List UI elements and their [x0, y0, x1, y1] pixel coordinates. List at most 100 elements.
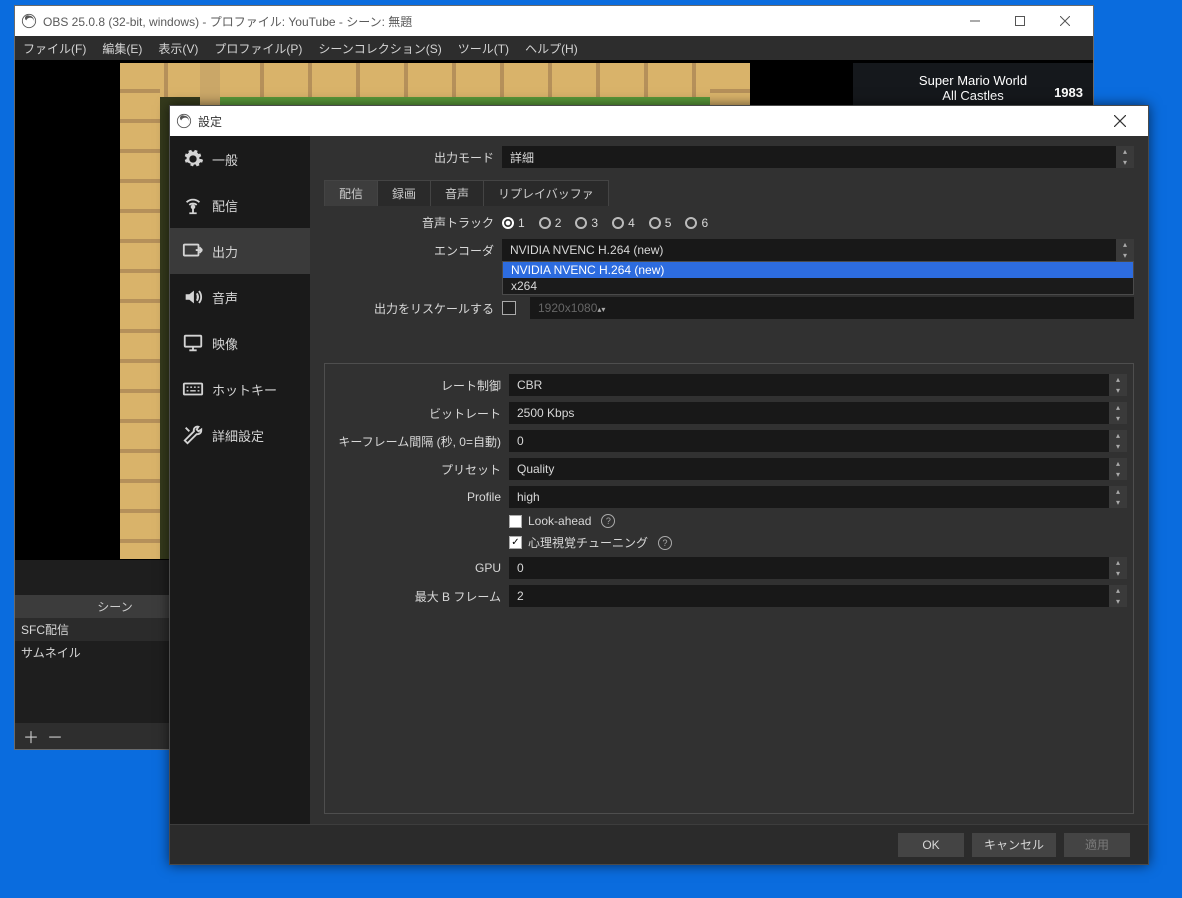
bitrate-input[interactable]: 2500 Kbps [509, 402, 1127, 424]
sidebar-item-hotkeys[interactable]: ホットキー [170, 366, 310, 412]
tools-icon [182, 424, 204, 446]
tab-audio[interactable]: 音声 [430, 180, 484, 206]
preset-label: プリセット [331, 461, 501, 478]
help-icon[interactable]: ? [658, 536, 672, 550]
encoder-label: エンコーダ [324, 242, 494, 259]
settings-sidebar: 一般 配信 出力 音声 映像 ホットキー [170, 136, 310, 824]
chevron-updown-icon [1109, 458, 1127, 480]
sidebar-item-label: 一般 [212, 150, 238, 169]
main-menubar[interactable]: ファイル(F) 編集(E) 表示(V) プロファイル(P) シーンコレクション(… [15, 36, 1093, 60]
lookahead-checkbox[interactable]: Look-ahead? [509, 514, 615, 528]
gpu-label: GPU [331, 561, 501, 575]
audio-track-radio-1[interactable]: 1 [502, 216, 525, 230]
spin-up-icon[interactable] [1109, 430, 1127, 441]
encoder-option-nvenc[interactable]: NVIDIA NVENC H.264 (new) [503, 262, 1133, 278]
sidebar-item-label: 出力 [212, 242, 238, 261]
antenna-icon [182, 194, 204, 216]
select-value: 詳細 [510, 149, 534, 166]
spin-up-icon[interactable] [1109, 585, 1127, 596]
sidebar-item-label: ホットキー [212, 380, 277, 399]
menu-file[interactable]: ファイル(F) [23, 40, 86, 57]
sidebar-item-advanced[interactable]: 詳細設定 [170, 412, 310, 458]
menu-scene-collection[interactable]: シーンコレクション(S) [318, 40, 441, 57]
menu-help[interactable]: ヘルプ(H) [525, 40, 578, 57]
sidebar-item-stream[interactable]: 配信 [170, 182, 310, 228]
main-titlebar: OBS 25.0.8 (32-bit, windows) - プロファイル: Y… [15, 6, 1093, 36]
obs-logo-icon [21, 13, 37, 29]
chevron-updown-icon [1109, 374, 1127, 396]
chevron-updown-icon [1109, 486, 1127, 508]
menu-view[interactable]: 表示(V) [158, 40, 198, 57]
audio-track-radio-2[interactable]: 2 [539, 216, 562, 230]
tab-replay-buffer[interactable]: リプレイバッファ [483, 180, 609, 206]
rescale-row: 出力をリスケールする 1920x1080 [324, 297, 1134, 319]
rate-control-select[interactable]: CBR [509, 374, 1127, 396]
settings-dialog: 設定 一般 配信 出力 音声 映像 [169, 105, 1149, 865]
audio-track-radio-3[interactable]: 3 [575, 216, 598, 230]
cancel-button[interactable]: キャンセル [972, 833, 1056, 857]
monitor-icon [182, 332, 204, 354]
audio-track-radio-6[interactable]: 6 [685, 216, 708, 230]
dialog-close-button[interactable] [1097, 107, 1142, 135]
menu-edit[interactable]: 編集(E) [102, 40, 142, 57]
menu-profile[interactable]: プロファイル(P) [214, 40, 302, 57]
menu-tools[interactable]: ツール(T) [458, 40, 509, 57]
spin-down-icon[interactable] [1109, 568, 1127, 579]
audio-track-label: 音声トラック [324, 214, 494, 231]
minimize-button[interactable] [952, 7, 997, 35]
keyframe-input[interactable]: 0 [509, 430, 1127, 452]
overlay-year: 1983 [1054, 85, 1083, 100]
tab-streaming[interactable]: 配信 [324, 180, 378, 206]
audio-track-radio-5[interactable]: 5 [649, 216, 672, 230]
gear-icon [182, 148, 204, 170]
bframes-input[interactable]: 2 [509, 585, 1127, 607]
close-button[interactable] [1042, 7, 1087, 35]
profile-label: Profile [331, 490, 501, 504]
sidebar-item-video[interactable]: 映像 [170, 320, 310, 366]
main-title: OBS 25.0.8 (32-bit, windows) - プロファイル: Y… [43, 13, 412, 30]
dialog-title: 設定 [198, 113, 222, 130]
output-mode-row: 出力モード 詳細 [324, 146, 1134, 168]
spin-down-icon[interactable] [1109, 413, 1127, 424]
keyframe-label: キーフレーム間隔 (秒, 0=自動) [331, 433, 501, 450]
output-icon [182, 240, 204, 262]
bframes-label: 最大 B フレーム [331, 588, 501, 605]
rescale-checkbox[interactable] [502, 301, 516, 315]
gpu-input[interactable]: 0 [509, 557, 1127, 579]
tab-recording[interactable]: 録画 [377, 180, 431, 206]
sidebar-item-label: 映像 [212, 334, 238, 353]
add-scene-icon[interactable]: ＋ [23, 724, 39, 748]
encoder-select[interactable]: NVIDIA NVENC H.264 (new) NVIDIA NVENC H.… [502, 239, 1134, 261]
obs-logo-icon [176, 113, 192, 129]
select-value: NVIDIA NVENC H.264 (new) [510, 243, 663, 257]
speaker-icon [182, 286, 204, 308]
sidebar-item-label: 詳細設定 [212, 426, 264, 445]
encoder-settings-group: レート制御 CBR ビットレート 2500 Kbps キーフレーム間隔 (秒, … [324, 363, 1134, 814]
maximize-button[interactable] [997, 7, 1042, 35]
sidebar-item-label: 音声 [212, 288, 238, 307]
spin-up-icon[interactable] [1109, 402, 1127, 413]
apply-button[interactable]: 適用 [1064, 833, 1130, 857]
encoder-dropdown-list: NVIDIA NVENC H.264 (new) x264 [502, 261, 1134, 295]
spin-down-icon[interactable] [1109, 596, 1127, 607]
spin-up-icon[interactable] [1109, 557, 1127, 568]
chevron-updown-icon [1116, 146, 1134, 168]
sidebar-item-output[interactable]: 出力 [170, 228, 310, 274]
audio-track-row: 音声トラック 1 2 3 4 5 6 [324, 214, 1134, 231]
encoder-option-x264[interactable]: x264 [503, 278, 1133, 294]
help-icon[interactable]: ? [601, 514, 615, 528]
ok-button[interactable]: OK [898, 833, 964, 857]
preset-select[interactable]: Quality [509, 458, 1127, 480]
profile-select[interactable]: high [509, 486, 1127, 508]
output-tabs: 配信 録画 音声 リプレイバッファ [324, 180, 1134, 206]
sidebar-item-label: 配信 [212, 196, 238, 215]
remove-scene-icon[interactable]: － [47, 724, 63, 748]
dialog-titlebar: 設定 [170, 106, 1148, 136]
output-mode-select[interactable]: 詳細 [502, 146, 1134, 168]
sidebar-item-general[interactable]: 一般 [170, 136, 310, 182]
psycho-visual-checkbox[interactable]: 心理視覚チューニング? [509, 534, 672, 551]
rate-control-label: レート制御 [331, 377, 501, 394]
spin-down-icon[interactable] [1109, 441, 1127, 452]
sidebar-item-audio[interactable]: 音声 [170, 274, 310, 320]
audio-track-radio-4[interactable]: 4 [612, 216, 635, 230]
